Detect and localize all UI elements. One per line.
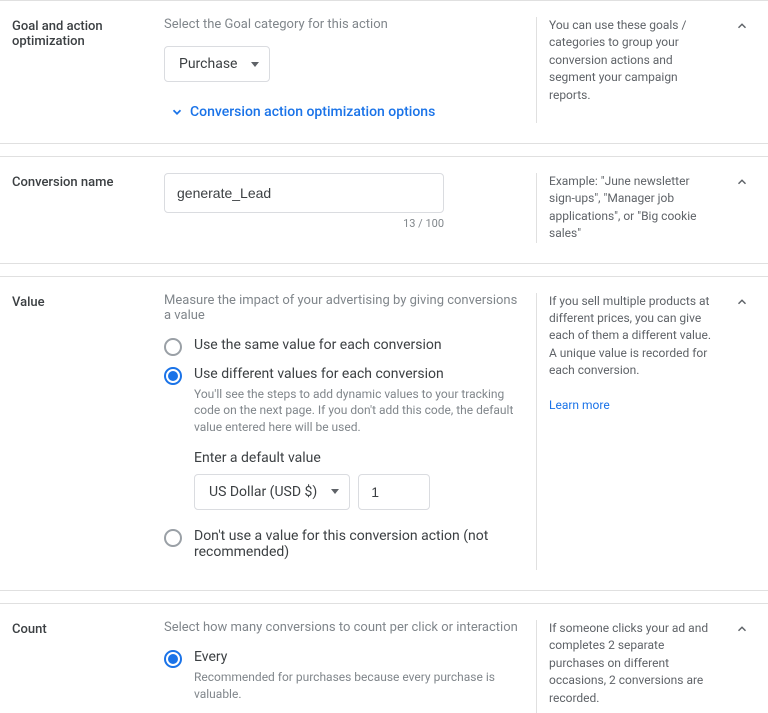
radio-icon	[164, 529, 182, 547]
value-diff-label: Use different values for each conversion	[194, 366, 524, 382]
conversion-optimization-expand[interactable]: Conversion action optimization options	[170, 104, 435, 120]
value-option-same[interactable]: Use the same value for each conversion	[164, 337, 524, 356]
goal-category-value: Purchase	[179, 56, 237, 72]
value-side-help: If you sell multiple products at differe…	[536, 293, 716, 570]
count-option-every[interactable]: Every Recommended for purchases because …	[164, 649, 524, 703]
default-value-input[interactable]	[358, 474, 430, 510]
value-main: Measure the impact of your advertising b…	[164, 293, 524, 570]
section-goal: Goal and action optimization Select the …	[0, 0, 768, 144]
count-help: Select how many conversions to count per…	[164, 620, 524, 635]
conversion-name-input[interactable]	[164, 173, 444, 213]
currency-select[interactable]: US Dollar (USD $)	[194, 474, 350, 510]
value-none-label: Don't use a value for this conversion ac…	[194, 528, 524, 560]
section-name: Conversion name 13 / 100 Example: "June …	[0, 156, 768, 264]
count-side-help: If someone clicks your ad and completes …	[536, 620, 716, 713]
goal-main: Select the Goal category for this action…	[164, 17, 524, 123]
goal-side-help: You can use these goals / categories to …	[536, 17, 716, 123]
radio-icon	[164, 367, 182, 385]
count-title: Count	[12, 620, 152, 713]
section-value: Value Measure the impact of your adverti…	[0, 276, 768, 591]
default-value-label: Enter a default value	[194, 450, 524, 466]
currency-value: US Dollar (USD $)	[209, 484, 317, 500]
section-count: Count Select how many conversions to cou…	[0, 603, 768, 713]
count-every-label: Every	[194, 649, 524, 665]
name-main: 13 / 100	[164, 173, 524, 243]
name-counter: 13 / 100	[164, 217, 444, 230]
value-title: Value	[12, 293, 152, 570]
goal-category-select[interactable]: Purchase	[164, 46, 270, 82]
name-side-help: Example: "June newsletter sign-ups", "Ma…	[536, 173, 716, 243]
count-main: Select how many conversions to count per…	[164, 620, 524, 713]
radio-icon	[164, 650, 182, 668]
goal-help: Select the Goal category for this action	[164, 17, 524, 32]
count-every-sub: Recommended for purchases because every …	[194, 669, 524, 703]
value-option-different[interactable]: Use different values for each conversion…	[164, 366, 524, 510]
optimization-link-text: Conversion action optimization options	[190, 104, 435, 120]
name-title: Conversion name	[12, 173, 152, 243]
chevron-down-icon	[170, 105, 184, 119]
learn-more-link[interactable]: Learn more	[549, 398, 610, 412]
radio-icon	[164, 338, 182, 356]
caret-down-icon	[251, 62, 259, 67]
value-help: Measure the impact of your advertising b…	[164, 293, 524, 323]
collapse-icon[interactable]	[735, 295, 749, 309]
goal-title: Goal and action optimization	[12, 17, 152, 123]
value-side-text: If you sell multiple products at differe…	[549, 294, 711, 378]
value-same-label: Use the same value for each conversion	[194, 337, 524, 353]
value-option-none[interactable]: Don't use a value for this conversion ac…	[164, 528, 524, 560]
collapse-icon[interactable]	[735, 19, 749, 33]
caret-down-icon	[331, 489, 339, 494]
collapse-icon[interactable]	[735, 175, 749, 189]
value-diff-sub: You'll see the steps to add dynamic valu…	[194, 386, 524, 436]
collapse-icon[interactable]	[735, 622, 749, 636]
